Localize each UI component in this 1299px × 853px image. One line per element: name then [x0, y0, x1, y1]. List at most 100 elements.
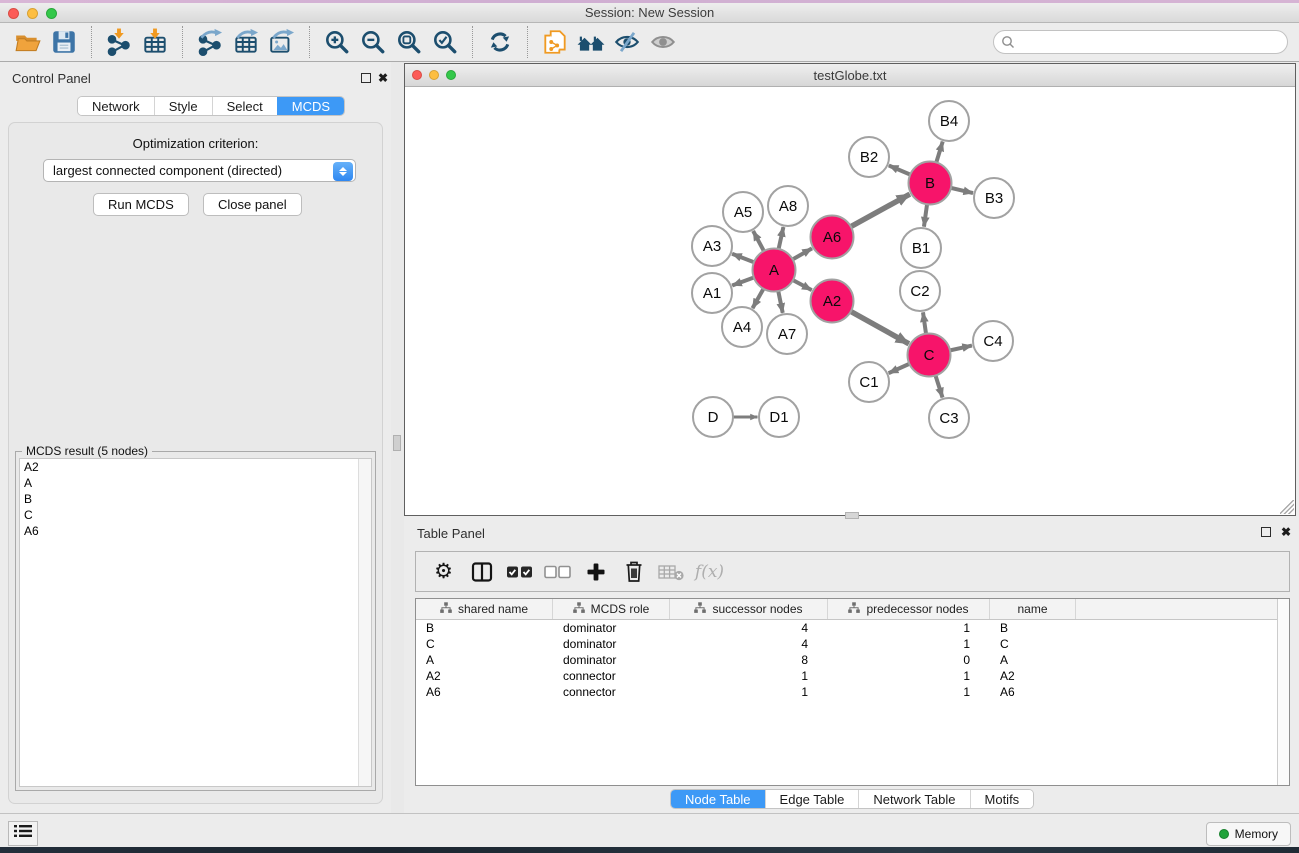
table-cell[interactable]: B: [990, 620, 1076, 636]
refresh-layout-icon[interactable]: [482, 25, 518, 59]
column-visibility-icon[interactable]: [466, 556, 497, 587]
mcds-result-item[interactable]: C: [20, 507, 371, 523]
table-cell[interactable]: A6: [990, 684, 1076, 700]
float-panel-icon[interactable]: [361, 73, 371, 83]
mcds-result-item[interactable]: A6: [20, 523, 371, 539]
table-tab-network-table[interactable]: Network Table: [858, 790, 969, 808]
tab-mcds[interactable]: MCDS: [277, 97, 344, 115]
panel-splitter[interactable]: [391, 62, 404, 813]
network-window-titlebar[interactable]: testGlobe.txt: [405, 64, 1295, 87]
table-cell[interactable]: A: [416, 652, 553, 668]
tab-style[interactable]: Style: [154, 97, 212, 115]
table-close-icon[interactable]: ✖: [1281, 527, 1291, 537]
zoom-selected-icon[interactable]: [427, 25, 463, 59]
column-header-predecessor-nodes[interactable]: predecessor nodes: [828, 599, 990, 619]
canvas-hscroll-grip[interactable]: [845, 512, 859, 519]
zoom-window-button[interactable]: [46, 8, 57, 19]
table-cell[interactable]: B: [416, 620, 553, 636]
memory-button[interactable]: Memory: [1206, 822, 1291, 846]
column-header-MCDS-role[interactable]: MCDS role: [553, 599, 670, 619]
table-row[interactable]: Bdominator41B: [416, 620, 1289, 636]
table-tab-edge-table[interactable]: Edge Table: [765, 790, 859, 808]
task-history-button[interactable]: [8, 821, 38, 846]
table-tab-motifs[interactable]: Motifs: [970, 790, 1034, 808]
net-minimize-button[interactable]: [429, 70, 439, 80]
close-panel-button[interactable]: Close panel: [203, 193, 302, 216]
select-all-checks-icon[interactable]: [504, 556, 535, 587]
network-canvas[interactable]: B4B2BB3A8A5A6A3B1AC2A1A2A4A7C4CC1DD1C3: [405, 87, 1295, 515]
export-table-icon[interactable]: [228, 25, 264, 59]
table-row[interactable]: Adominator80A: [416, 652, 1289, 668]
column-header-successor-nodes[interactable]: successor nodes: [670, 599, 828, 619]
search-input[interactable]: [993, 30, 1288, 54]
optimization-criterion-label: Optimization criterion:: [9, 136, 382, 151]
mcds-result-item[interactable]: B: [20, 491, 371, 507]
table-cell[interactable]: 1: [828, 668, 990, 684]
table-cell[interactable]: C: [990, 636, 1076, 652]
network-graph[interactable]: B4B2BB3A8A5A6A3B1AC2A1A2A4A7C4CC1DD1C3: [405, 87, 1295, 515]
result-list-scrollbar[interactable]: [358, 459, 371, 786]
net-zoom-button[interactable]: [446, 70, 456, 80]
export-network-icon[interactable]: [192, 25, 228, 59]
net-close-button[interactable]: [412, 70, 422, 80]
graph-node-label-B1: B1: [912, 240, 930, 257]
add-column-icon[interactable]: [580, 556, 611, 587]
table-cell[interactable]: 1: [670, 668, 828, 684]
settings-gear-icon[interactable]: ⚙: [428, 556, 459, 587]
table-cell[interactable]: 8: [670, 652, 828, 668]
hide-selected-eye-icon[interactable]: [609, 25, 645, 59]
mcds-result-item[interactable]: A: [20, 475, 371, 491]
delete-column-icon[interactable]: [618, 556, 649, 587]
table-cell[interactable]: dominator: [553, 652, 670, 668]
table-cell[interactable]: A: [990, 652, 1076, 668]
close-panel-icon[interactable]: ✖: [378, 73, 388, 83]
table-cell[interactable]: A6: [416, 684, 553, 700]
table-cell[interactable]: dominator: [553, 620, 670, 636]
deselect-all-checks-icon[interactable]: [542, 556, 573, 587]
table-scrollbar[interactable]: [1277, 599, 1289, 785]
table-cell[interactable]: connector: [553, 668, 670, 684]
tab-select[interactable]: Select: [212, 97, 277, 115]
open-folder-icon[interactable]: [10, 25, 46, 59]
zoom-fit-icon[interactable]: [391, 25, 427, 59]
main-toolbar: [0, 23, 1299, 62]
home-pair-icon[interactable]: [573, 25, 609, 59]
mcds-result-list[interactable]: A2ABCA6: [19, 458, 372, 787]
window-resize-grip[interactable]: [1280, 500, 1294, 514]
save-icon[interactable]: [46, 25, 82, 59]
table-cell[interactable]: 4: [670, 620, 828, 636]
table-row[interactable]: A2connector11A2: [416, 668, 1289, 684]
clone-network-icon[interactable]: [537, 25, 573, 59]
table-cell[interactable]: 4: [670, 636, 828, 652]
criterion-dropdown[interactable]: largest connected component (directed): [43, 159, 356, 182]
zoom-in-icon[interactable]: [319, 25, 355, 59]
table-cell[interactable]: 1: [670, 684, 828, 700]
table-cell[interactable]: 1: [828, 684, 990, 700]
table-row[interactable]: A6connector11A6: [416, 684, 1289, 700]
table-float-icon[interactable]: [1261, 527, 1271, 537]
table-cell[interactable]: connector: [553, 684, 670, 700]
table-cell[interactable]: 0: [828, 652, 990, 668]
table-cell[interactable]: A2: [416, 668, 553, 684]
run-mcds-button[interactable]: Run MCDS: [93, 193, 189, 216]
table-row[interactable]: Cdominator41C: [416, 636, 1289, 652]
import-table-icon[interactable]: [137, 25, 173, 59]
splitter-grip[interactable]: [393, 435, 401, 451]
export-image-icon[interactable]: [264, 25, 300, 59]
minimize-window-button[interactable]: [27, 8, 38, 19]
tab-network[interactable]: Network: [78, 97, 154, 115]
column-header-shared-name[interactable]: shared name: [416, 599, 553, 619]
zoom-out-icon[interactable]: [355, 25, 391, 59]
close-window-button[interactable]: [8, 8, 19, 19]
show-eye-icon[interactable]: [645, 25, 681, 59]
table-cell[interactable]: 1: [828, 636, 990, 652]
column-header-name[interactable]: name: [990, 599, 1076, 619]
graph-node-label-C: C: [924, 347, 935, 364]
table-tab-node-table[interactable]: Node Table: [671, 790, 765, 808]
table-cell[interactable]: 1: [828, 620, 990, 636]
table-cell[interactable]: C: [416, 636, 553, 652]
table-cell[interactable]: dominator: [553, 636, 670, 652]
mcds-result-item[interactable]: A2: [20, 459, 371, 475]
table-cell[interactable]: A2: [990, 668, 1076, 684]
import-network-icon[interactable]: [101, 25, 137, 59]
